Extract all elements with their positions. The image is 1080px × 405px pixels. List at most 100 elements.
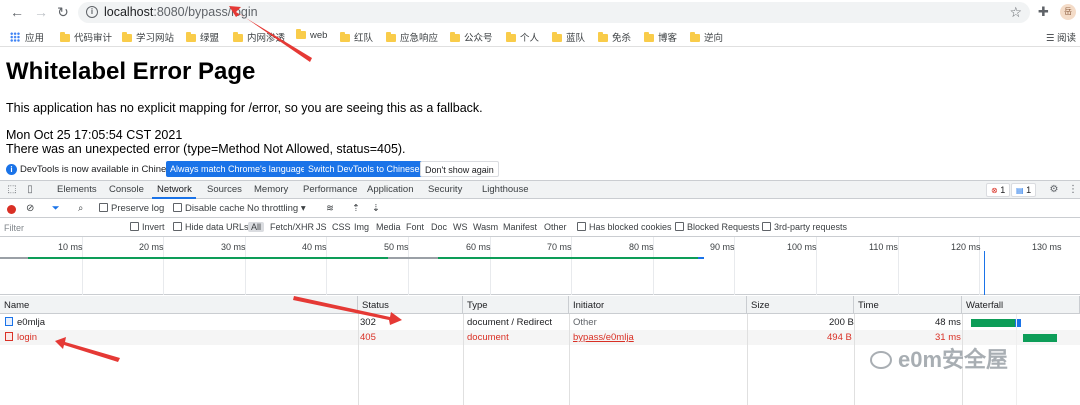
tab-performance[interactable]: Performance: [303, 184, 357, 195]
column-header-waterfall[interactable]: Waterfall: [962, 296, 1080, 314]
tab-console[interactable]: Console: [109, 184, 144, 195]
hide-data-urls-checkbox[interactable]: Hide data URLs: [173, 222, 249, 232]
folder-icon: [386, 32, 396, 42]
column-header-status[interactable]: Status: [358, 296, 463, 314]
type-filter-font[interactable]: Font: [406, 222, 424, 232]
bookmark-item[interactable]: 逆向: [690, 30, 723, 44]
bookmark-item[interactable]: web: [296, 29, 327, 41]
site-info-icon[interactable]: i: [86, 6, 98, 18]
reading-list-icon: ☰: [1045, 33, 1057, 44]
bookmark-item[interactable]: 学习网站: [122, 30, 174, 44]
type-filter-doc[interactable]: Doc: [431, 222, 447, 232]
bookmark-item[interactable]: 代码审计: [60, 30, 112, 44]
bookmark-item[interactable]: 个人: [506, 30, 539, 44]
request-name[interactable]: e0mlja: [5, 317, 45, 328]
clear-icon[interactable]: ⊘: [26, 203, 34, 214]
bookmark-item[interactable]: 绿盟: [186, 30, 219, 44]
error-count-badge[interactable]: ⊗ 1: [986, 183, 1011, 197]
message-count-badge[interactable]: ▤ 1: [1011, 183, 1037, 197]
more-options-icon[interactable]: ⋮: [1066, 183, 1080, 196]
export-har-icon[interactable]: ⇣: [372, 203, 380, 214]
address-bar[interactable]: i localhost:8080/bypass/login ☆: [78, 2, 1030, 23]
type-filter-manifest[interactable]: Manifest: [503, 222, 537, 232]
preserve-log-checkbox[interactable]: Preserve log: [99, 203, 164, 214]
type-filter-img[interactable]: Img: [354, 222, 369, 232]
request-initiator-link[interactable]: bypass/e0mlja: [573, 332, 634, 343]
device-toolbar-icon[interactable]: ▯: [23, 183, 37, 196]
import-har-icon[interactable]: ⇡: [352, 203, 360, 214]
avatar[interactable]: 岳: [1060, 4, 1076, 20]
blocked-requests-checkbox[interactable]: Blocked Requests: [675, 222, 760, 232]
bookmark-apps[interactable]: 应用: [10, 30, 44, 44]
network-timeline-overview[interactable]: 10 ms 20 ms 30 ms 40 ms 50 ms 60 ms 70 m…: [0, 237, 1080, 295]
wechat-logo-icon: [870, 351, 892, 369]
bookmark-item[interactable]: 内网渗透: [233, 30, 285, 44]
settings-gear-icon[interactable]: ⚙: [1047, 183, 1061, 196]
reading-list[interactable]: ☰ 阅读: [1046, 30, 1076, 44]
folder-icon: [340, 32, 350, 42]
column-header-type[interactable]: Type: [463, 296, 569, 314]
extensions-puzzle-icon[interactable]: ✚: [1038, 4, 1049, 20]
blocked-cookies-checkbox[interactable]: Has blocked cookies: [577, 222, 672, 232]
browser-toolbar: ← → ↻ i localhost:8080/bypass/login ☆ ✚ …: [0, 0, 1080, 25]
bookmark-item[interactable]: 蓝队: [552, 30, 585, 44]
tab-network[interactable]: Network: [157, 184, 192, 195]
type-filter-wasm[interactable]: Wasm: [473, 222, 498, 232]
search-icon[interactable]: ⌕: [78, 203, 83, 214]
type-filter-media[interactable]: Media: [376, 222, 401, 232]
filter-funnel-icon[interactable]: ⏷: [52, 203, 60, 214]
forward-arrow-icon[interactable]: →: [32, 3, 50, 21]
table-row[interactable]: e0mlja 302 document / Redirect Other 200…: [0, 315, 1080, 330]
throttling-select[interactable]: No throttling ▾: [247, 203, 306, 214]
column-header-size[interactable]: Size: [747, 296, 854, 314]
type-filter-other[interactable]: Other: [544, 222, 567, 232]
folder-icon: [233, 32, 243, 42]
dont-show-again-button[interactable]: Don't show again: [420, 161, 499, 177]
bookmark-item[interactable]: 公众号: [450, 30, 493, 44]
tab-application[interactable]: Application: [367, 184, 413, 195]
inspect-element-icon[interactable]: ⬚: [5, 183, 19, 196]
switch-chinese-button[interactable]: Switch DevTools to Chinese: [304, 161, 424, 177]
bookmark-item[interactable]: 红队: [340, 30, 373, 44]
timeline-bar-request2: [438, 257, 698, 259]
third-party-checkbox[interactable]: 3rd-party requests: [762, 222, 847, 232]
filter-input[interactable]: Filter: [2, 221, 120, 235]
column-header-initiator[interactable]: Initiator: [569, 296, 747, 314]
folder-icon: [296, 29, 306, 39]
tab-security[interactable]: Security: [428, 184, 462, 195]
error-detail: There was an unexpected error (type=Meth…: [6, 142, 406, 156]
tab-lighthouse[interactable]: Lighthouse: [482, 184, 528, 195]
waterfall-bar: [971, 319, 1015, 327]
tab-memory[interactable]: Memory: [254, 184, 288, 195]
column-header-name[interactable]: Name: [0, 296, 358, 314]
request-time: 48 ms: [935, 317, 961, 328]
tab-elements[interactable]: Elements: [57, 184, 97, 195]
bookmark-star-icon[interactable]: ☆: [1009, 4, 1022, 21]
timeline-tick-label: 30 ms: [221, 242, 246, 252]
url-text[interactable]: localhost:8080/bypass/login: [104, 5, 258, 19]
type-filter-css[interactable]: CSS: [332, 222, 351, 232]
timeline-bar-request1: [28, 257, 388, 259]
type-filter-js[interactable]: JS: [316, 222, 327, 232]
type-filter-ws[interactable]: WS: [453, 222, 468, 232]
folder-icon: [690, 32, 700, 42]
bookmark-item[interactable]: 应急响应: [386, 30, 438, 44]
message-icon: ▤: [1016, 186, 1024, 195]
request-name[interactable]: login: [5, 332, 37, 343]
disable-cache-checkbox[interactable]: Disable cache: [173, 203, 245, 214]
bookmark-item[interactable]: 博客: [644, 30, 677, 44]
type-filter-fetch[interactable]: Fetch/XHR: [270, 222, 314, 232]
back-arrow-icon[interactable]: ←: [8, 3, 26, 21]
bookmark-item[interactable]: 免杀: [598, 30, 631, 44]
reload-icon[interactable]: ↻: [54, 3, 72, 21]
column-header-time[interactable]: Time: [854, 296, 962, 314]
tab-sources[interactable]: Sources: [207, 184, 242, 195]
invert-checkbox[interactable]: Invert: [130, 222, 165, 232]
type-filter-all[interactable]: All: [248, 222, 265, 232]
match-language-button[interactable]: Always match Chrome's language: [166, 161, 310, 177]
request-status: 302: [360, 317, 376, 328]
timeline-tick-label: 80 ms: [629, 242, 654, 252]
wifi-conditions-icon[interactable]: ≋: [326, 203, 334, 214]
folder-icon: [122, 32, 132, 42]
record-icon[interactable]: [7, 205, 16, 214]
